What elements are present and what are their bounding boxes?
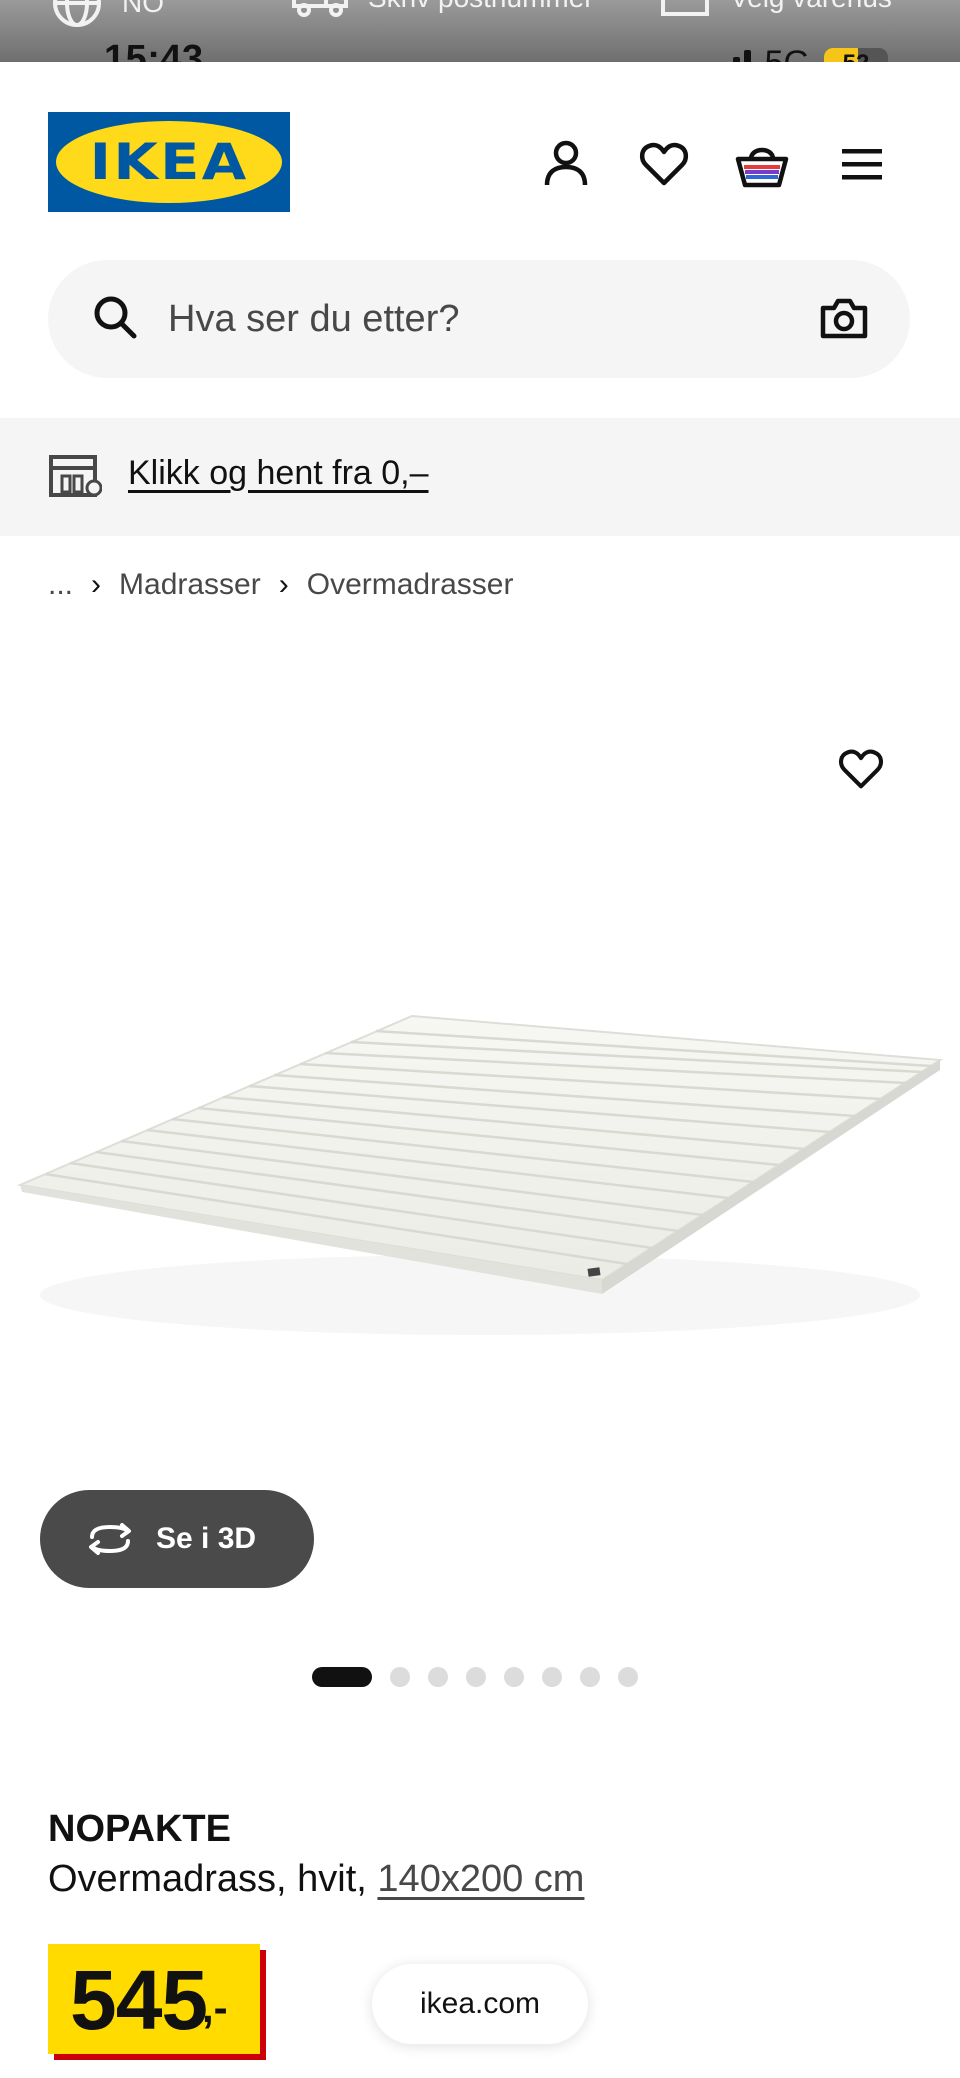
hamburger-menu-icon: [842, 149, 882, 180]
view-in-3d-label: Se i 3D: [156, 1522, 257, 1555]
product-image-gallery[interactable]: [0, 640, 960, 1490]
site-header: IKEA: [0, 62, 960, 252]
gallery-dot-2[interactable]: [390, 1667, 410, 1687]
search-icon: [94, 296, 137, 339]
gallery-dot-5[interactable]: [504, 1667, 524, 1687]
product-description-text: Overmadrass, hvit,: [48, 1858, 378, 1900]
account-button[interactable]: [538, 136, 594, 192]
gallery-dot-3[interactable]: [428, 1667, 448, 1687]
gallery-dot-1[interactable]: [312, 1667, 372, 1687]
delivery-truck-icon: [292, 0, 348, 17]
status-bar: NO Skriv postnummer Velg varehus 15:43 5…: [0, 0, 960, 62]
cart-button[interactable]: [734, 136, 790, 192]
menu-button[interactable]: [834, 136, 890, 192]
store-pickup-icon: [49, 455, 102, 497]
logo-text: IKEA: [89, 133, 249, 191]
status-time: 15:43: [104, 38, 204, 62]
top-utility-row: NO Skriv postnummer Velg varehus: [0, 0, 960, 27]
search-bar[interactable]: Hva ser du etter?: [48, 260, 910, 378]
battery-level: 52: [824, 48, 888, 63]
search-input[interactable]: Hva ser du etter?: [168, 298, 459, 341]
favourites-button[interactable]: [636, 136, 692, 192]
store-icon: [661, 0, 709, 16]
heart-icon: [639, 142, 689, 186]
rotate-3d-icon: [89, 1523, 131, 1555]
country-selector[interactable]: NO: [52, 0, 164, 28]
view-in-3d-button[interactable]: Se i 3D: [40, 1490, 314, 1588]
chevron-right-icon: ›: [91, 568, 102, 601]
product-size-link[interactable]: 140x200 cm: [377, 1858, 584, 1900]
postcode-selector[interactable]: Skriv postnummer: [292, 0, 594, 18]
battery-icon: 52: [824, 47, 888, 63]
status-indicators: 5G 52: [711, 44, 888, 62]
gallery-dot-7[interactable]: [580, 1667, 600, 1687]
breadcrumb-ellipsis[interactable]: ...: [48, 568, 73, 602]
user-icon: [544, 140, 588, 186]
postcode-prompt: Skriv postnummer: [368, 0, 594, 14]
click-collect-link[interactable]: Klikk og hent fra 0,–: [128, 454, 429, 493]
breadcrumb: ... › Madrasser › Overmadrasser: [48, 568, 513, 602]
click-collect-banner: Klikk og hent fra 0,–: [0, 418, 960, 536]
ikea-logo[interactable]: IKEA: [48, 112, 290, 212]
mattress-topper-image: [16, 1014, 943, 1335]
browser-url-text: ikea.com: [419, 1987, 541, 2020]
gallery-dot-6[interactable]: [542, 1667, 562, 1687]
gallery-pagination: [312, 1667, 638, 1687]
country-code: NO: [122, 0, 164, 18]
breadcrumb-item-overmadrasser[interactable]: Overmadrasser: [307, 568, 514, 602]
price-suffix: ,-: [202, 1984, 228, 2031]
network-type: 5G: [765, 44, 810, 62]
product-name: NOPAKTE: [48, 1808, 231, 1850]
chevron-right-icon: ›: [278, 568, 289, 601]
store-prompt: Velg varehus: [730, 0, 892, 14]
breadcrumb-item-madrasser[interactable]: Madrasser: [119, 568, 261, 602]
camera-icon[interactable]: [820, 296, 868, 340]
store-selector[interactable]: Velg varehus: [660, 0, 892, 18]
shopping-bag-icon: [735, 147, 789, 188]
gallery-dot-4[interactable]: [466, 1667, 486, 1687]
product-description: Overmadrass, hvit, 140x200 cm: [48, 1858, 584, 1901]
signal-icon: [711, 49, 751, 62]
price-tag: 545 ,-: [48, 1944, 260, 2054]
price-value: 545: [70, 1953, 208, 2047]
browser-url-bar[interactable]: ikea.com: [372, 1964, 588, 2044]
globe-icon: [53, 0, 101, 27]
gallery-dot-8[interactable]: [618, 1667, 638, 1687]
